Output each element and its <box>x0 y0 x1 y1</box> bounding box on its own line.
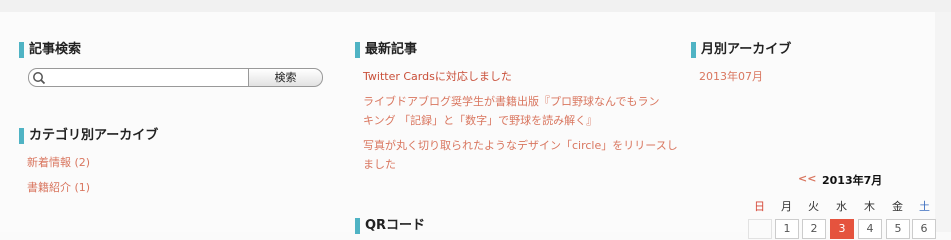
recent-post-line: 写真が丸く切り取られたようなデザイン「circle」をリリースし <box>363 139 678 152</box>
category-link-books[interactable]: 書籍紹介 (1) <box>27 178 90 197</box>
weekday-tue: 火 <box>808 200 819 213</box>
recent-post-line: ました <box>363 158 396 171</box>
search-heading: 記事検索 <box>19 42 81 58</box>
calendar-day: 6 <box>912 219 936 239</box>
weekday-thu: 木 <box>864 200 875 213</box>
calendar-day-today[interactable]: 3 <box>830 219 854 239</box>
calendar-day: 1 <box>775 219 799 239</box>
recent-post-link-book[interactable]: ライブドアブログ奨学生が書籍出版『プロ野球なんでもラン キング 「記録」と「数字… <box>363 92 659 130</box>
recent-post-line: キング 「記録」と「数字」で野球を読み解く』 <box>363 114 598 127</box>
weekday-fri: 金 <box>892 200 903 213</box>
weekday-sun: 日 <box>754 200 765 213</box>
calendar-day-empty <box>748 219 772 239</box>
qr-code-heading: QRコード <box>355 218 425 234</box>
archive-link-2013-07[interactable]: 2013年07月 <box>699 67 763 86</box>
search-input[interactable] <box>28 68 249 87</box>
calendar-prev-link[interactable]: << <box>798 172 816 185</box>
weekday-wed: 水 <box>836 200 847 213</box>
top-bar <box>0 0 951 12</box>
search-icon <box>33 72 46 85</box>
recent-post-link-twitter-cards[interactable]: Twitter Cardsに対応しました <box>363 67 512 86</box>
weekday-mon: 月 <box>781 200 792 213</box>
category-heading: カテゴリ別アーカイブ <box>19 128 158 144</box>
recent-post-link-circle[interactable]: 写真が丸く切り取られたようなデザイン「circle」をリリースし ました <box>363 136 678 174</box>
weekday-sat: 土 <box>919 200 930 213</box>
search-button[interactable]: 検索 <box>248 68 323 87</box>
category-link-news[interactable]: 新着情報 (2) <box>27 153 90 172</box>
archive-heading: 月別アーカイブ <box>691 42 791 58</box>
calendar-day: 2 <box>802 219 826 239</box>
calendar-day: 4 <box>858 219 882 239</box>
calendar-title: 2013年7月 <box>822 174 883 187</box>
recent-post-line: ライブドアブログ奨学生が書籍出版『プロ野球なんでもラン <box>363 95 660 108</box>
calendar-day: 5 <box>886 219 910 239</box>
recent-posts-heading: 最新記事 <box>355 42 417 58</box>
